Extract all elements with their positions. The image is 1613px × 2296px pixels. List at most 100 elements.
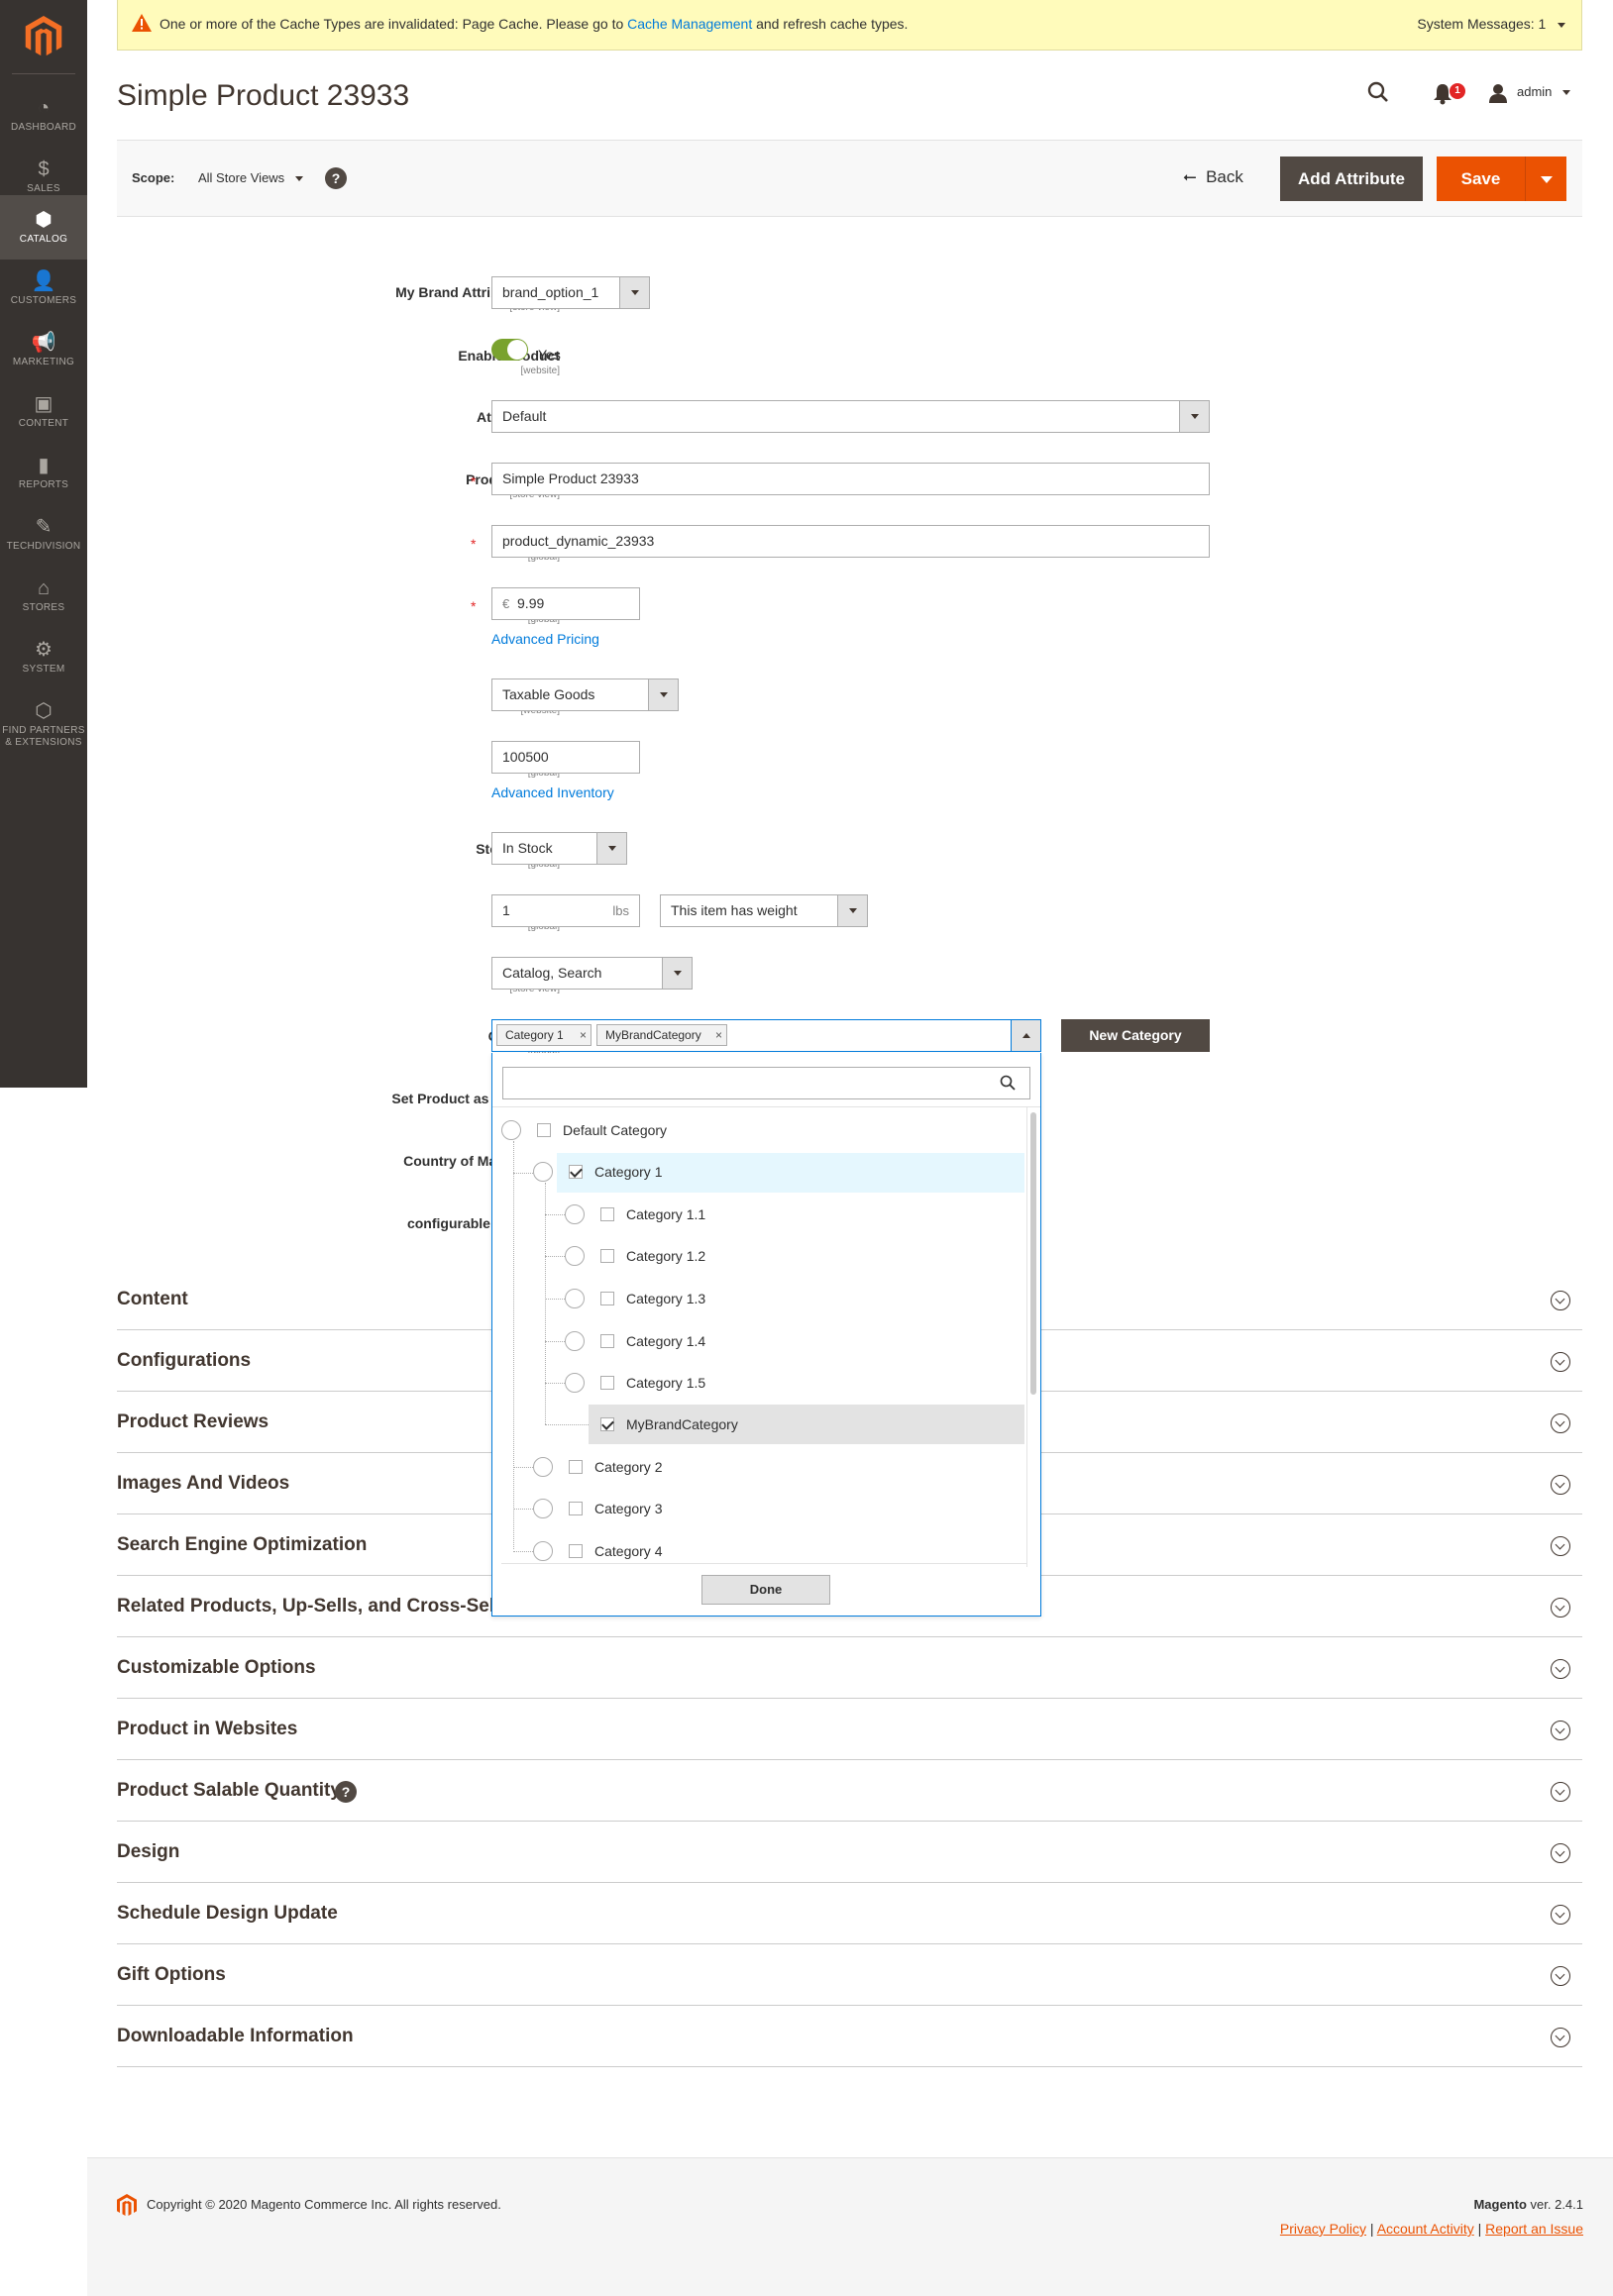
privacy-policy-link[interactable]: Privacy Policy <box>1280 2221 1366 2237</box>
tree-node-category-4[interactable]: Category 4 <box>533 1537 1009 1563</box>
account-activity-link[interactable]: Account Activity <box>1377 2221 1474 2237</box>
admin-user-menu[interactable]: admin <box>1517 84 1571 99</box>
save-options-toggle[interactable] <box>1526 157 1566 201</box>
nav-system[interactable]: ⚙ System <box>0 628 87 689</box>
done-button[interactable]: Done <box>701 1575 830 1605</box>
add-attribute-button[interactable]: Add Attribute <box>1280 157 1423 201</box>
section-customizable-options[interactable]: Customizable Options <box>117 1637 1582 1699</box>
report-issue-link[interactable]: Report an Issue <box>1485 2221 1583 2237</box>
brand-select[interactable]: brand_option_1 <box>491 276 650 309</box>
stock-status-select[interactable]: In Stock <box>491 832 627 865</box>
help-icon[interactable]: ? <box>335 1781 357 1803</box>
tree-node-category-1-4[interactable]: Category 1.4 <box>565 1327 1011 1355</box>
back-button[interactable]: ⭠ Back <box>1183 167 1243 187</box>
advanced-inventory-link[interactable]: Advanced Inventory <box>491 784 614 800</box>
tree-node-category-1[interactable]: Category 1 <box>533 1158 1009 1186</box>
nav-catalog[interactable]: ⬢ Catalog <box>0 195 87 260</box>
person-icon: 👤 <box>31 270 56 292</box>
user-icon[interactable] <box>1488 83 1508 103</box>
section-salable-quantity[interactable]: Product Salable Quantity? <box>117 1760 1582 1822</box>
select-toggle[interactable] <box>1011 1019 1041 1052</box>
category-checkbox[interactable] <box>537 1123 551 1137</box>
nav-find-partners[interactable]: ⬡ Find Partners & Extensions <box>0 689 87 769</box>
expand-icon[interactable] <box>565 1204 585 1224</box>
remove-tag-icon[interactable]: × <box>580 1025 587 1045</box>
category-checkbox[interactable] <box>569 1502 583 1515</box>
expand-icon[interactable] <box>565 1331 585 1351</box>
enable-product-toggle[interactable] <box>491 339 528 361</box>
remove-tag-icon[interactable]: × <box>715 1025 722 1045</box>
help-icon[interactable]: ? <box>325 167 347 189</box>
tree-scrollbar[interactable] <box>1030 1112 1036 1395</box>
category-checkbox[interactable] <box>569 1460 583 1474</box>
sku-input[interactable]: product_dynamic_23933 <box>491 525 1210 558</box>
tree-node-category-2[interactable]: Category 2 <box>533 1453 1009 1481</box>
expand-icon[interactable] <box>565 1289 585 1308</box>
category-checkbox[interactable] <box>600 1249 614 1263</box>
tree-node-mybrandcategory[interactable]: MyBrandCategory <box>565 1410 1011 1438</box>
nav-stores[interactable]: ⌂ Stores <box>0 567 87 628</box>
save-button[interactable]: Save <box>1437 157 1526 201</box>
visibility-select[interactable]: Catalog, Search <box>491 957 693 990</box>
section-schedule-design-update[interactable]: Schedule Design Update <box>117 1883 1582 1944</box>
weight-input[interactable]: 1 lbs <box>491 894 640 927</box>
chevron-down-icon <box>1551 1782 1570 1802</box>
category-checkbox[interactable] <box>569 1165 583 1179</box>
nav-marketing[interactable]: 📢 Marketing <box>0 321 87 382</box>
attribute-set-select[interactable]: Default <box>491 400 1210 433</box>
new-category-button[interactable]: New Category <box>1061 1019 1210 1052</box>
category-checkbox[interactable] <box>600 1376 614 1390</box>
expand-icon[interactable] <box>565 1246 585 1266</box>
tax-class-select[interactable]: Taxable Goods <box>491 678 679 711</box>
section-design[interactable]: Design <box>117 1822 1582 1883</box>
tree-node-category-1-1[interactable]: Category 1.1 <box>565 1200 1011 1228</box>
tree-node-category-3[interactable]: Category 3 <box>533 1495 1009 1522</box>
advanced-pricing-link[interactable]: Advanced Pricing <box>491 631 599 647</box>
quantity-input[interactable]: 100500 <box>491 741 640 774</box>
tree-node-category-1-5[interactable]: Category 1.5 <box>565 1369 1011 1397</box>
category-checkbox[interactable] <box>600 1417 614 1431</box>
category-checkbox[interactable] <box>600 1334 614 1348</box>
expand-icon[interactable] <box>533 1541 553 1561</box>
page-actions-bar: Scope: All Store Views ? ⭠ Back Add Attr… <box>117 140 1582 217</box>
category-checkbox[interactable] <box>600 1207 614 1221</box>
expand-icon[interactable] <box>565 1373 585 1393</box>
tree-connector <box>545 1256 567 1257</box>
scope-switcher[interactable]: All Store Views <box>198 170 304 185</box>
nav-customers[interactable]: 👤 Customers <box>0 260 87 321</box>
categories-multiselect[interactable]: Category 1 × MyBrandCategory × <box>491 1019 1041 1052</box>
search-icon[interactable] <box>1367 81 1389 103</box>
system-message-bar: One or more of the Cache Types are inval… <box>117 0 1582 51</box>
expand-icon[interactable] <box>533 1457 553 1477</box>
category-checkbox[interactable] <box>600 1292 614 1305</box>
expand-icon[interactable] <box>533 1499 553 1518</box>
category-checkbox[interactable] <box>569 1544 583 1558</box>
back-label: Back <box>1206 167 1243 186</box>
product-name-input[interactable]: Simple Product 23933 <box>491 463 1210 495</box>
has-weight-select[interactable]: This item has weight <box>660 894 868 927</box>
section-title: Product Salable Quantity <box>117 1780 341 1801</box>
system-messages-toggle[interactable]: System Messages: 1 <box>1417 16 1565 32</box>
megaphone-icon: 📢 <box>31 332 56 354</box>
tree-node-category-1-2[interactable]: Category 1.2 <box>565 1242 1011 1270</box>
category-search-input[interactable] <box>502 1067 1030 1099</box>
collapse-icon[interactable] <box>533 1162 553 1182</box>
chevron-down-icon <box>1551 1352 1570 1372</box>
nav-techdivision[interactable]: ✎ Techdivision <box>0 505 87 567</box>
section-gift-options[interactable]: Gift Options <box>117 1944 1582 2006</box>
cache-management-link[interactable]: Cache Management <box>627 16 752 32</box>
nav-dashboard[interactable]: ◔ Dashboard <box>0 86 87 148</box>
section-product-in-websites[interactable]: Product in Websites <box>117 1699 1582 1760</box>
chevron-down-icon <box>1551 1475 1570 1495</box>
section-downloadable-information[interactable]: Downloadable Information <box>117 2006 1582 2067</box>
section-title: Content <box>117 1289 188 1309</box>
tree-node-default-category[interactable]: Default Category <box>501 1116 997 1144</box>
collapse-icon[interactable] <box>501 1120 521 1140</box>
nav-reports[interactable]: ▮ Reports <box>0 444 87 505</box>
chevron-down-icon <box>1551 1905 1570 1925</box>
tree-node-category-1-3[interactable]: Category 1.3 <box>565 1285 1011 1312</box>
price-input[interactable]: € 9.99 <box>491 587 640 620</box>
magento-logo-icon[interactable] <box>24 16 63 57</box>
nav-content[interactable]: ▣ Content <box>0 382 87 444</box>
cube-icon: ⬢ <box>35 209 53 231</box>
